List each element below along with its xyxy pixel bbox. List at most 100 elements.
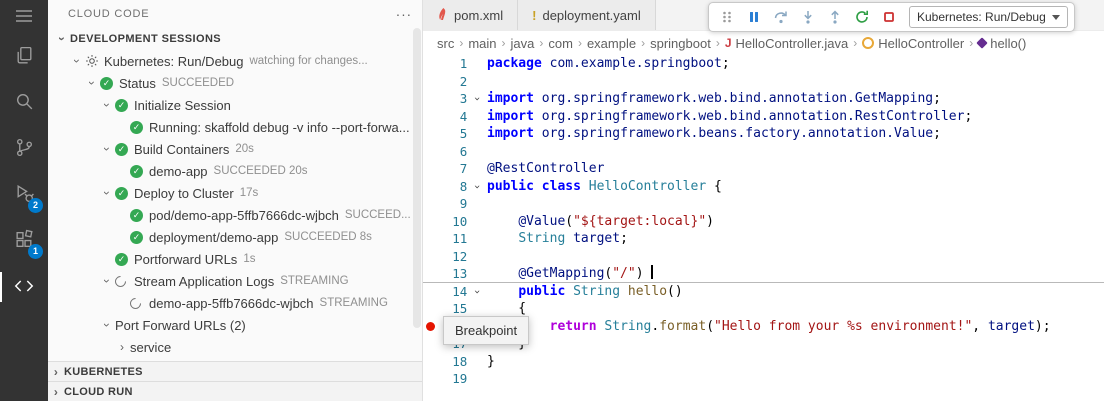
debug-config-dropdown[interactable]: Kubernetes: Run/Debug <box>909 6 1068 28</box>
gutter[interactable]: 5 <box>423 125 487 143</box>
code-line-19[interactable]: 19 <box>423 370 1104 388</box>
gutter[interactable]: 7 <box>423 160 487 178</box>
breakpoint-icon[interactable] <box>423 322 440 331</box>
tree-item-port-forward-urls-2[interactable]: ›Port Forward URLs (2) <box>48 314 422 336</box>
tab-pom-xml[interactable]: pom.xml <box>423 0 518 30</box>
line-number[interactable]: 14 <box>440 283 468 301</box>
fold-chevron-icon[interactable]: › <box>467 178 487 196</box>
line-number[interactable]: 1 <box>440 55 468 73</box>
tree-item-pod-demo-app-5ffb7666dc-wjbch[interactable]: ✓pod/demo-app-5ffb7666dc-wjbchSUCCEED... <box>48 204 422 226</box>
code-line-8[interactable]: 8›public class HelloController { <box>423 178 1104 196</box>
gutter[interactable]: 4 <box>423 108 487 126</box>
gutter[interactable]: 18 <box>423 353 487 371</box>
section-cloud-run[interactable]: › CLOUD RUN <box>48 381 422 401</box>
code-line-13[interactable]: 13 @GetMapping("/") <box>423 265 1104 283</box>
code-line-3[interactable]: 3›import org.springframework.web.bind.an… <box>423 90 1104 108</box>
code-line-14[interactable]: 14› public String hello() <box>423 283 1104 301</box>
tree-item-initialize-session[interactable]: ›✓Initialize Session <box>48 94 422 116</box>
line-number[interactable]: 18 <box>440 353 468 371</box>
tree-item-status[interactable]: ›✓StatusSUCCEEDED <box>48 72 422 94</box>
line-number[interactable]: 12 <box>440 248 468 266</box>
code-line-4[interactable]: 4import org.springframework.web.bind.ann… <box>423 108 1104 126</box>
gutter[interactable]: 13 <box>423 265 487 282</box>
code-line-7[interactable]: 7@RestController <box>423 160 1104 178</box>
tree-item-stream-application-logs[interactable]: ›Stream Application LogsSTREAMING <box>48 270 422 292</box>
tree-item-service[interactable]: ›service <box>48 336 422 358</box>
chevron-down-icon[interactable]: › <box>100 273 114 289</box>
tree-item-portforward-urls[interactable]: ✓Portforward URLs1s <box>48 248 422 270</box>
line-number[interactable]: 3 <box>440 90 468 108</box>
stop-button[interactable] <box>877 6 901 28</box>
tree-item-demo-app-5ffb7666dc-wjbch[interactable]: demo-app-5ffb7666dc-wjbchSTREAMING <box>48 292 422 314</box>
step-out-button[interactable] <box>823 6 847 28</box>
code-line-6[interactable]: 6 <box>423 143 1104 161</box>
gutter[interactable]: 14› <box>423 283 487 301</box>
tree-item-deploy-to-cluster[interactable]: ›✓Deploy to Cluster17s <box>48 182 422 204</box>
chevron-down-icon[interactable]: › <box>100 141 114 157</box>
chevron-down-icon[interactable]: › <box>85 75 99 91</box>
line-number[interactable]: 15 <box>440 300 468 318</box>
menu-button[interactable] <box>0 0 48 34</box>
code-line-11[interactable]: 11 String target; <box>423 230 1104 248</box>
gutter[interactable]: 9 <box>423 195 487 213</box>
line-number[interactable]: 10 <box>440 213 468 231</box>
gutter[interactable]: 2 <box>423 73 487 91</box>
breadcrumb-com[interactable]: com <box>548 36 573 51</box>
code-line-18[interactable]: 18} <box>423 353 1104 371</box>
chevron-down-icon[interactable]: › <box>100 185 114 201</box>
breadcrumb-main[interactable]: main <box>468 36 496 51</box>
explorer-button[interactable] <box>0 34 48 80</box>
gutter[interactable]: 10 <box>423 213 487 231</box>
tree-item-kubernetes-run-debug[interactable]: ›Kubernetes: Run/Debugwatching for chang… <box>48 50 422 72</box>
chevron-right-icon[interactable]: › <box>114 340 130 354</box>
step-over-button[interactable] <box>769 6 793 28</box>
section-kubernetes[interactable]: › KUBERNETES <box>48 361 422 381</box>
code-line-2[interactable]: 2 <box>423 73 1104 91</box>
code-line-15[interactable]: 15 { <box>423 300 1104 318</box>
breadcrumb-src[interactable]: src <box>437 36 454 51</box>
chevron-down-icon[interactable]: › <box>70 53 84 69</box>
cloud-code-button[interactable] <box>0 264 48 310</box>
gutter[interactable]: 3› <box>423 90 487 108</box>
gutter[interactable]: 11 <box>423 230 487 248</box>
tree-item-demo-app[interactable]: ✓demo-appSUCCEEDED 20s <box>48 160 422 182</box>
line-number[interactable]: 5 <box>440 125 468 143</box>
fold-chevron-icon[interactable]: › <box>467 283 487 301</box>
gutter[interactable]: 15 <box>423 300 487 318</box>
pause-button[interactable] <box>742 6 766 28</box>
line-number[interactable]: 4 <box>440 108 468 126</box>
line-number[interactable]: 6 <box>440 143 468 161</box>
tree-item-deployment-demo-app[interactable]: ✓deployment/demo-appSUCCEEDED 8s <box>48 226 422 248</box>
tree-item-build-containers[interactable]: ›✓Build Containers20s <box>48 138 422 160</box>
breadcrumb-springboot[interactable]: springboot <box>650 36 711 51</box>
line-number[interactable]: 13 <box>440 265 468 283</box>
breadcrumb-hellocontroller[interactable]: HelloController <box>862 36 964 51</box>
toolbar-drag-handle[interactable] <box>715 6 739 28</box>
line-number[interactable]: 7 <box>440 160 468 178</box>
tab-deployment-yaml[interactable]: ! deployment.yaml <box>518 0 656 30</box>
code-editor[interactable]: Breakpoint 1package com.example.springbo… <box>423 55 1104 401</box>
gutter[interactable]: 12 <box>423 248 487 266</box>
source-control-button[interactable] <box>0 126 48 172</box>
line-number[interactable]: 11 <box>440 230 468 248</box>
breadcrumb-hellocontroller-java[interactable]: JHelloController.java <box>725 36 848 51</box>
line-number[interactable]: 8 <box>440 178 468 196</box>
step-into-button[interactable] <box>796 6 820 28</box>
line-number[interactable]: 9 <box>440 195 468 213</box>
chevron-down-icon[interactable]: › <box>100 317 114 333</box>
run-debug-button[interactable]: 2 <box>0 172 48 218</box>
gutter[interactable]: 6 <box>423 143 487 161</box>
tree-item-development-sessions[interactable]: ›DEVELOPMENT SESSIONS <box>48 28 422 50</box>
chevron-down-icon[interactable]: › <box>55 31 69 47</box>
code-line-12[interactable]: 12 <box>423 248 1104 266</box>
gutter[interactable]: 8› <box>423 178 487 196</box>
extensions-button[interactable]: 1 <box>0 218 48 264</box>
line-number[interactable]: 19 <box>440 370 468 388</box>
more-actions-icon[interactable]: ··· <box>396 6 412 22</box>
search-button[interactable] <box>0 80 48 126</box>
fold-chevron-icon[interactable]: › <box>467 90 487 108</box>
breadcrumb-hello[interactable]: hello() <box>978 36 1026 51</box>
sidebar-scrollbar[interactable] <box>413 28 421 328</box>
breadcrumb-java[interactable]: java <box>511 36 535 51</box>
gutter[interactable]: 19 <box>423 370 487 388</box>
